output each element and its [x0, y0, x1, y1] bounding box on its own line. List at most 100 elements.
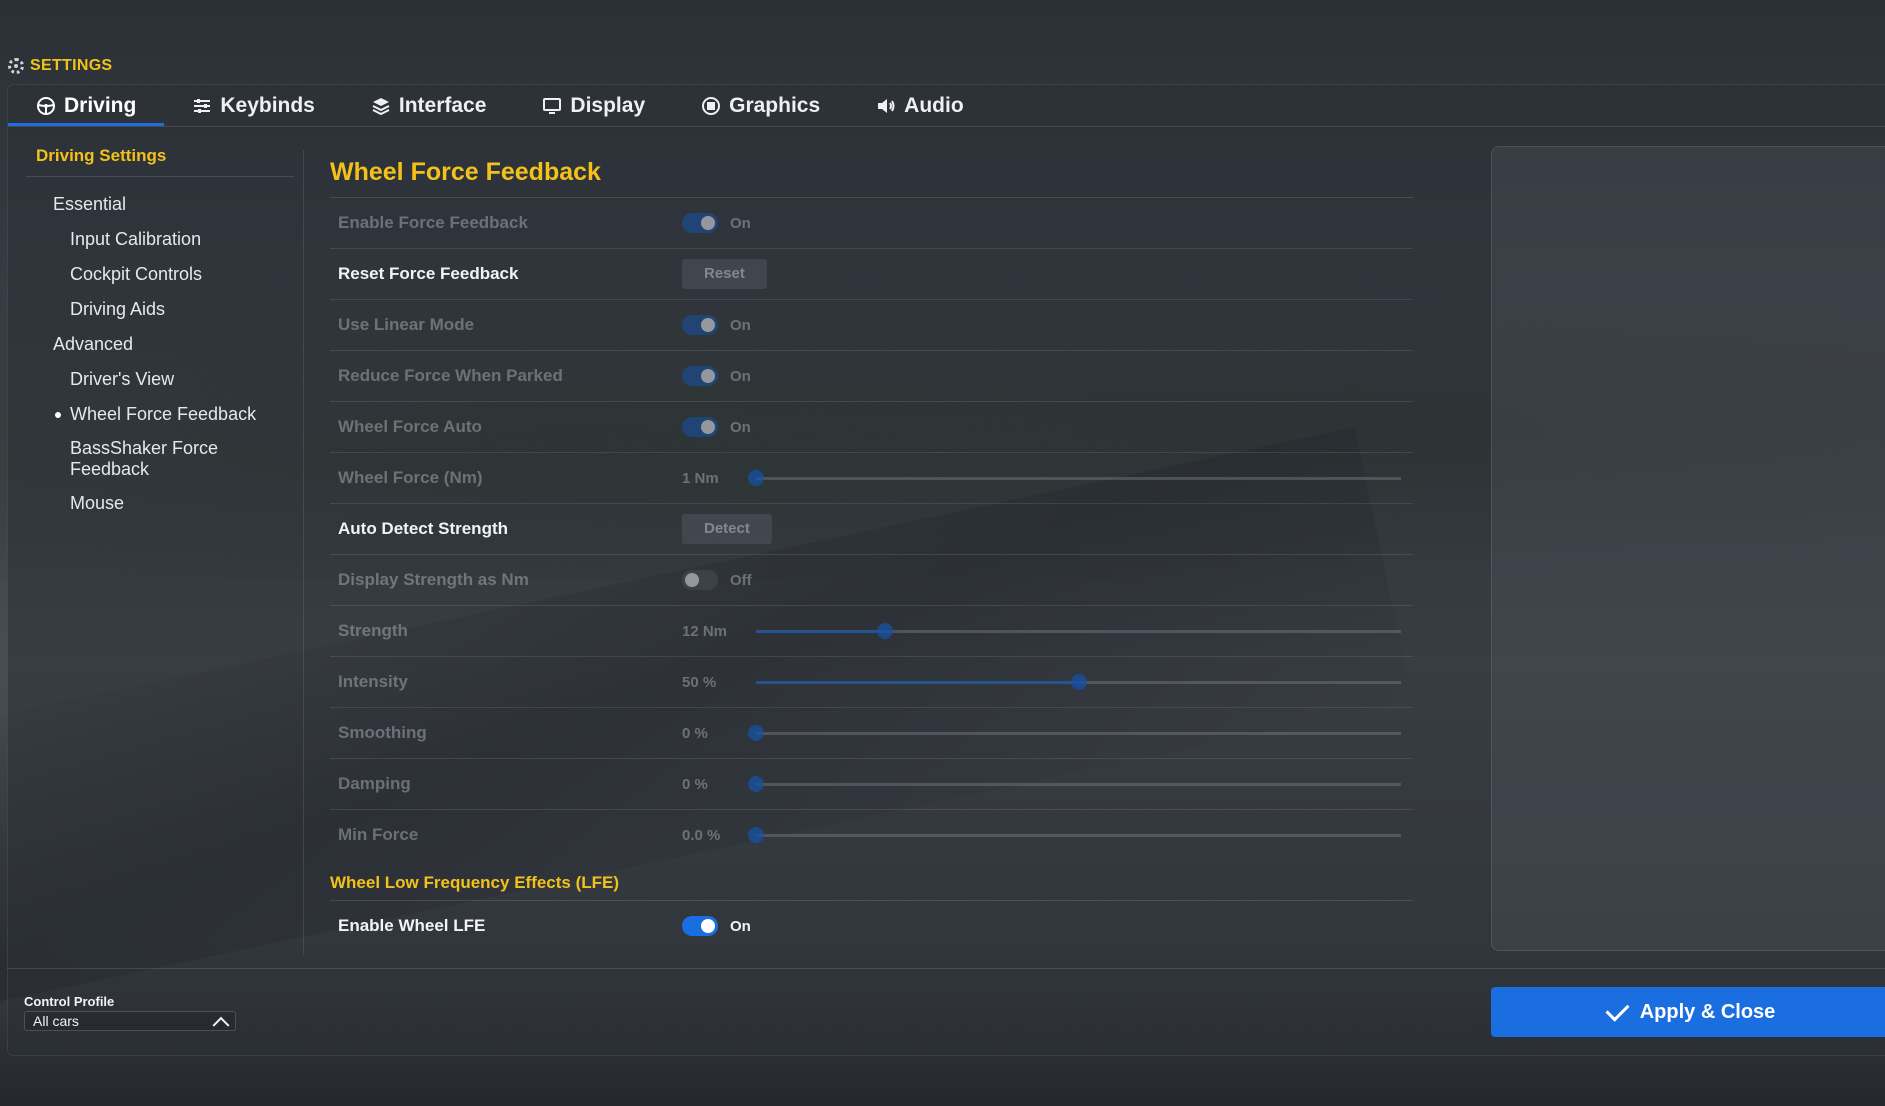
row-use-linear-mode: Use Linear Mode On — [330, 300, 1413, 351]
row-label: Smoothing — [338, 723, 427, 742]
sliders-icon — [192, 96, 212, 116]
sidebar-heading: Driving Settings — [26, 140, 294, 177]
slider-thumb[interactable] — [877, 622, 893, 639]
tab-audio-label: Audio — [904, 94, 964, 117]
row-intensity: Intensity 50 % — [330, 657, 1413, 708]
wheel-force-auto-toggle[interactable] — [682, 417, 718, 437]
damping-slider[interactable] — [748, 775, 1401, 792]
lfe-section-title: Wheel Low Frequency Effects (LFE) — [330, 860, 1413, 901]
min-force-slider[interactable] — [748, 826, 1401, 843]
slider-value: 0 % — [682, 775, 708, 793]
slider-fill — [756, 680, 1079, 684]
slider-value: 0 % — [682, 724, 708, 742]
smoothing-slider[interactable] — [748, 724, 1401, 741]
tab-interface[interactable]: Interface — [343, 88, 515, 124]
detect-button[interactable]: Detect — [682, 514, 772, 544]
enable-lfe-toggle[interactable] — [682, 916, 718, 936]
toggle-state: On — [730, 917, 751, 935]
toggle-state: On — [730, 367, 751, 385]
tab-display-label: Display — [570, 94, 646, 117]
row-label: Wheel Force Auto — [338, 417, 482, 436]
control-profile-select[interactable]: All cars — [24, 1011, 236, 1034]
tab-driving-label: Driving — [64, 94, 137, 117]
tab-graphics[interactable]: Graphics — [673, 88, 848, 124]
toggle-state: Off — [730, 571, 752, 589]
control-profile-label: Control Profile — [24, 994, 115, 1009]
intensity-slider[interactable] — [756, 673, 1401, 690]
tab-bar: Driving Keybinds Interface Display Graph… — [8, 88, 992, 126]
row-wheel-force-nm: Wheel Force (Nm) 1 Nm — [330, 453, 1413, 504]
strength-slider[interactable] — [756, 622, 1401, 639]
sidebar-item-drivers-view[interactable]: Driver's View — [26, 362, 294, 397]
row-reduce-force-when-parked: Reduce Force When Parked On — [330, 351, 1413, 402]
reset-button[interactable]: Reset — [682, 259, 767, 289]
checkmark-icon — [1605, 997, 1630, 1022]
toggle-state: On — [730, 418, 751, 436]
tab-audio[interactable]: Audio — [848, 88, 991, 124]
speaker-icon — [876, 96, 896, 116]
control-profile: Control Profile All cars — [24, 994, 236, 1034]
slider-thumb[interactable] — [748, 469, 764, 486]
slider-fill — [756, 629, 885, 633]
apply-close-label: Apply & Close — [1639, 1000, 1776, 1023]
sidebar-item-essential[interactable]: Essential — [26, 187, 294, 222]
settings-title: SETTINGS — [8, 57, 112, 75]
row-wheel-force-auto: Wheel Force Auto On — [330, 402, 1413, 453]
row-label: Reduce Force When Parked — [338, 366, 563, 385]
row-label: Display Strength as Nm — [338, 570, 529, 589]
layers-icon — [371, 96, 391, 116]
sidebar-item-bassshaker-force-feedback[interactable]: BassShaker Force Feedback — [26, 432, 240, 486]
tab-interface-label: Interface — [398, 94, 487, 117]
row-display-strength-as-nm: Display Strength as Nm Off — [330, 555, 1413, 606]
slider-thumb[interactable] — [748, 724, 764, 741]
row-enable-force-feedback: Enable Force Feedback On — [330, 198, 1413, 249]
row-label: Use Linear Mode — [338, 315, 475, 334]
sidebar-item-cockpit-controls[interactable]: Cockpit Controls — [26, 257, 294, 292]
footer-divider — [7, 968, 1885, 969]
sidebar-item-mouse[interactable]: Mouse — [26, 486, 294, 521]
tab-driving[interactable]: Driving — [8, 88, 165, 126]
steering-wheel-icon — [36, 96, 56, 116]
gear-icon — [8, 58, 24, 74]
tabs-divider — [8, 126, 1885, 127]
row-auto-detect-strength: Auto Detect Strength Detect — [330, 504, 1413, 555]
reduce-parked-toggle[interactable] — [682, 366, 718, 386]
linear-mode-toggle[interactable] — [682, 315, 718, 335]
apply-close-button[interactable]: Apply & Close — [1491, 987, 1885, 1037]
row-label: Auto Detect Strength — [338, 519, 508, 538]
row-min-force: Min Force 0.0 % — [330, 810, 1413, 860]
toggle-state: On — [730, 214, 751, 232]
slider-value: 1 Nm — [682, 469, 719, 487]
row-label: Enable Wheel LFE — [338, 916, 486, 935]
row-label: Damping — [338, 774, 411, 793]
sidebar-item-input-calibration[interactable]: Input Calibration — [26, 222, 294, 257]
control-profile-value: All cars — [33, 1013, 79, 1029]
slider-value: 0.0 % — [682, 826, 721, 844]
monitor-icon — [542, 96, 562, 116]
sidebar-item-wheel-force-feedback[interactable]: Wheel Force Feedback — [26, 397, 294, 432]
section-title: Wheel Force Feedback — [330, 158, 1413, 198]
slider-thumb[interactable] — [748, 826, 764, 843]
sidebar-item-driving-aids[interactable]: Driving Aids — [26, 292, 294, 327]
enable-ffb-toggle[interactable] — [682, 213, 718, 233]
tab-keybinds[interactable]: Keybinds — [164, 88, 343, 124]
toggle-state: On — [730, 316, 751, 334]
tab-keybinds-label: Keybinds — [220, 94, 315, 117]
slider-thumb[interactable] — [748, 775, 764, 792]
display-nm-toggle[interactable] — [682, 570, 718, 590]
row-reset-force-feedback: Reset Force Feedback Reset — [330, 249, 1413, 300]
row-label: Reset Force Feedback — [338, 264, 519, 283]
row-label: Min Force — [338, 825, 419, 844]
slider-thumb[interactable] — [1070, 673, 1087, 690]
settings-title-text: SETTINGS — [30, 57, 113, 74]
row-strength: Strength 12 Nm — [330, 606, 1413, 657]
sidebar-item-advanced[interactable]: Advanced — [26, 327, 294, 362]
tab-display[interactable]: Display — [514, 88, 673, 124]
slider-value: 50 % — [682, 673, 717, 691]
main-panel: Wheel Force Feedback Enable Force Feedba… — [330, 158, 1413, 951]
slider-value: 12 Nm — [682, 622, 728, 640]
wheel-force-slider[interactable] — [748, 469, 1401, 486]
preview-panel — [1491, 146, 1885, 951]
chip-icon — [701, 96, 721, 116]
row-label: Enable Force Feedback — [338, 213, 528, 232]
